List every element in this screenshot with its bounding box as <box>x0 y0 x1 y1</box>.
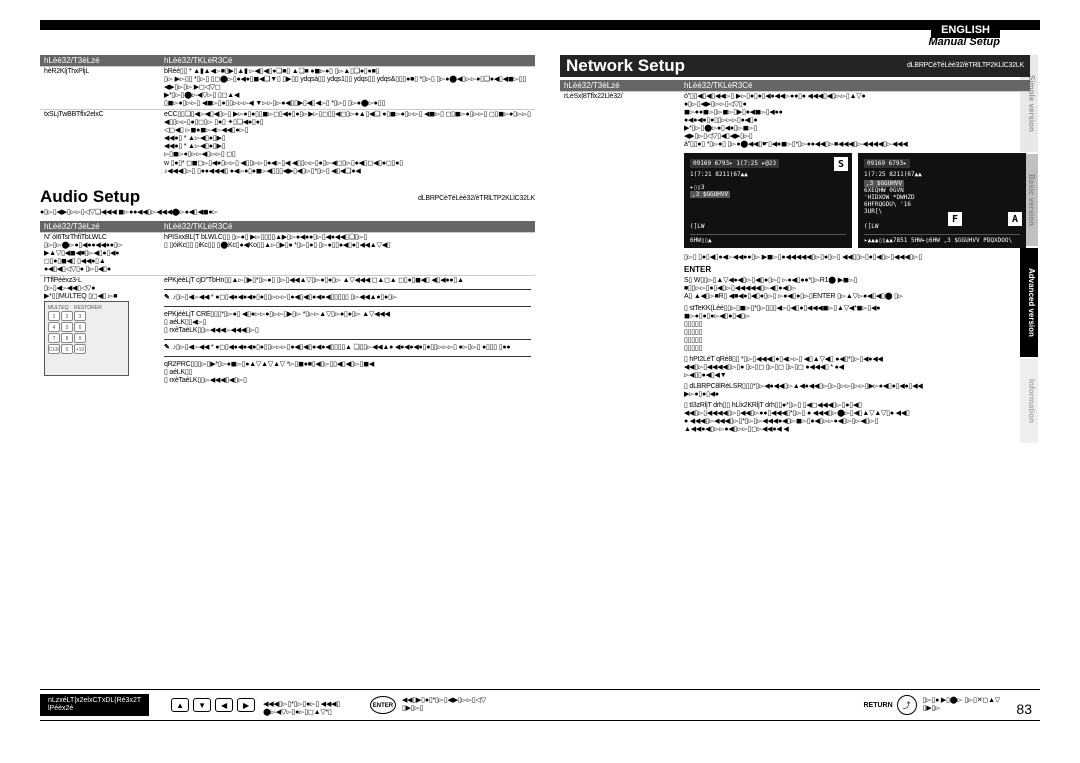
th-items-3: hLèè32/T3èLzé <box>560 80 680 92</box>
enter-button[interactable]: ENTER <box>370 696 396 714</box>
osd2-l4: 6HFRQGDU\ '16 <box>864 201 1020 208</box>
audio-r4-desc: qR2PRC▯▯▯▻▯▶*▯▻●◼▻▯●▲▽▲▽▲▽ *▻▯◼●■▯◀▯▻▯▯◀… <box>164 361 531 385</box>
audio-r2-body: ▯▻▯◀▻◀◀▯◁▽● ▶*▯▯MULTEQ ▯◻◀▯ ▻■ <box>44 285 156 301</box>
net-text1: ▯▻▯ ▯●▯◀▯●◀▻◀◀●●▯▻ ▶◼▻▯●◀◀◀◀◀▯▻▯●▯▻▯ ◀◀▯… <box>684 254 1026 262</box>
th-contents: hLèè32/TKLèR3Cé <box>160 55 535 67</box>
osd-2: F A 09169 6793▸ 1(7:25 8211(67▲▲ ,3 $GGU… <box>858 153 1026 248</box>
left-button[interactable]: ◀ <box>215 698 233 712</box>
row1-item: hèR2KljThxPljL <box>40 67 160 110</box>
top-bar <box>40 20 1040 30</box>
audio-r2-desc: ePKjéèLjT cjD"TbHn▯▯▲▻▯▶▯*▯▻●▯ ▯▻▯◀◀▲▽▯▻… <box>164 277 531 285</box>
osd2-l3: 'HIDXOW *DWHZD <box>864 194 1020 201</box>
osd2-l1: ,3 $GGUHVV <box>864 180 904 187</box>
osd-label-s: S <box>834 157 848 171</box>
bullet3: ▯ dLBRPC8lRèLSR▯▯▯*▯▻◀●◀◀▯▻▲◀●◀◀▯▻▯▻▯▻▻▯… <box>684 383 1026 399</box>
osd-1: S 09169 6793▸ 1(7:25 ▸@23 1(7:21 8211(67… <box>684 153 852 248</box>
row2-desc: eCC▯▯❏▯◀▻◀▯◀▯▻▯ ▶▻●▯●▯▯◼▻◻▯◀●▯●▯▻▶▻▯◻▯▯◀… <box>164 111 531 127</box>
bullet1: ▯ stTeKK(Léé▯▯▻▯◼▻▯*▯▻▯▯▯◀▻▯◀▯●▯◀◀◀◼▻▯▲▽… <box>684 305 1026 321</box>
osd-screenshots: S 09169 6793▸ 1(7:25 ▸@23 1(7:21 8211(67… <box>684 153 1026 248</box>
osd2-bottom: ▸▲▲▲▯▯▲▲7851 5HW▸▯6HW ,3 $GGUHVV PDQXDOO… <box>864 234 1020 244</box>
osd1-exit: ([LW <box>690 223 704 230</box>
enter-label: ENTER <box>684 265 711 274</box>
left-column: hLèè32/T3èLzé hLèè32/TKLèR3Cé hèR2KljThx… <box>40 55 535 390</box>
bottombar-box: nLzxéLT|x2elxCTxDL(Ré3x2T lPéèx2é <box>40 694 149 715</box>
audio-desc: ●▯▻▯◀▶▯▻▻▯◁▽❏◀◀◀ ◼▻●●◀◀▯▻◀◀◀⬤▻●◀▯◀◼●▻ <box>40 209 535 217</box>
osd2-l5: 3UR[\ <box>864 208 1020 215</box>
audio-r2-item: l'TflPéèxz3-L <box>44 277 156 285</box>
page-number: 83 <box>1016 701 1032 717</box>
down-button[interactable]: ▼ <box>193 698 211 712</box>
row2-item: txSLjTwBBTflx2elxC <box>40 110 160 177</box>
up-button[interactable]: ▲ <box>171 698 189 712</box>
row1-desc: bRéé▯▯ * ▲▮▲◀▻■▯▶▯▲▮ ▻◀▯◀▯●❏■▯ ▲❏■ ●◼▻●▯… <box>164 68 531 76</box>
osd-label-a: A <box>1008 212 1022 226</box>
audio-r1-item: N'´óI6TsrThfiTbLWLC <box>44 234 156 242</box>
right-column: Network Setup dLBRPCèTéLèè32/èTRlLTP2KLl… <box>560 55 1030 439</box>
return-label: RETURN <box>863 702 892 709</box>
osd1-l1: ▸▯▯3 <box>690 184 846 191</box>
osd1-sub: 1(7:21 8211(67▲▲ <box>690 171 846 178</box>
return-desc: ▯▻▯● ▶▯⬤▻ ▯▻▯✕◻▲▽ ▯▶▯▻ <box>923 697 1000 713</box>
osd1-title: 09169 6793▸ 1(7:25 ▸@23 <box>690 159 779 168</box>
network-default: dLBRPCèTéLèè32/èTRlLTP2KLlC32LK <box>907 62 1024 70</box>
audio-default: dLBRPCèTéLèè32/èTRlLTP2KLlC32LK <box>418 195 535 203</box>
th-items-2: hLèè32/T3èLzé <box>40 221 160 233</box>
audio-r3-desc2: ePKjéèLjT CRE▯▯▯*▯▻●▯ ◀▯●▻▻●▯▻▻▯▶▯▻ *▯▻▻… <box>164 311 531 335</box>
osd1-l2: ,3 $GGUHVV <box>690 191 730 198</box>
enter-desc: ◀◀▯▶▯●▯*▯▻▯◀▶▯▻▻▯◁▽ ▯▶▯▻▯ <box>402 697 486 713</box>
network-table: hLèè32/T3èLzé hLèè32/TKLèR3Cé rLèSx|8Tfl… <box>560 80 1030 435</box>
bullet4: ▯ tI3zRljT drh▯▯ hLlx2KRljT drh▯▯●*▯▻▯ ▯… <box>684 402 1026 434</box>
right-button[interactable]: ▶ <box>237 698 255 712</box>
row2-body: ◁◻◀▯ ▻◼●◼▻◀▻◀◀▯●▻▯ ◀◀●▯ * ▲▻◀▯●▯▶▯ ◀◀●▯ … <box>164 127 531 175</box>
bottom-bar: nLzxéLT|x2elxCTxDL(Ré3x2T lPéèx2é ▲ ▼ ◀ … <box>40 689 1040 721</box>
return-button[interactable]: ⤴ <box>897 695 917 715</box>
osd2-l2: 6XEQHW 0GVN <box>864 187 1020 194</box>
net-r1-desc: ó"▯▯◀▯◀▯◀◀▻▯ ▶▻▯●▯●▯◀●◀◀▻●●▯● ◀◀◀▯◀▯▻▻▯▲… <box>684 93 1026 149</box>
note2: ♪▯▻▯◀▻◀◀ * ●◻▯◀●◀●◀●▯●▯▯▻▻▻▯●◀▯◀▯●◀●◀▯▯▯… <box>164 344 531 352</box>
th-contents-3: hLèè32/TKLèR3Cé <box>680 80 1030 92</box>
osd2-sub: 1(7:25 8211(67▲▲ <box>864 171 1020 178</box>
note1: ♪▯▻▯◀▻◀◀ * ●◻▯◀●◀●◀●▯●▯▯▻▻▻▯●◀▯◀▯●◀●◀▯▯▯… <box>164 294 531 302</box>
bb-line1: nLzxéLT|x2elxCTxDL(Ré3x2T <box>48 697 141 705</box>
bb-line2: lPéèx2é <box>48 705 141 713</box>
enter-text2: A▯ ▲◀▯▻■R▯ ◀■◀●▯◀▯●▯▻▯ ▻●◀▯●▯▻▯ENTER ▯▻▲… <box>684 293 1026 301</box>
nav-text: ◀◀◀▯▻▯*▯▻▯●▻▯ ◀◀◀▯⬤▻◀▽▻▯●▻▯◻▲▽*▯ <box>263 693 340 717</box>
audio-table: hLèè32/T3èLzé hLèè32/TKLèR3Cé N'´óI6TsrT… <box>40 221 535 387</box>
osd2-exit: ([LW <box>864 223 878 230</box>
audio-r1-desc: hPISxxBL(T bLWLC▯▯ ▯▻●▯ ▶▻▯▯▯▯▲▶▯▻●◀●●▯▻… <box>164 234 531 242</box>
breadcrumb: Manual Setup <box>928 36 1000 48</box>
osd-label-f: F <box>948 212 962 226</box>
remote-graphic: MULTEQ RESTORER 123 456 789 CLR0+10 <box>44 301 129 376</box>
net-r1-item: rLèSx|8Tflx22Llè32/ <box>560 92 680 436</box>
top-left-table: hLèè32/T3èLzé hLèè32/TKLèR3Cé hèR2KljThx… <box>40 55 535 177</box>
audio-r1-body: ▯▻▯▻⬤▻●▯◀●●◀◀●●▯▻ ▶▲▽▯◀◼◀■▯▻◀▯●▯◀● ◻▯●▯◼… <box>44 242 156 274</box>
bullet1b: ▯▯▯▯▯ ▯▯▯▯▯ ▯▯▯▯▯ ▯▯▯▯▯ <box>684 321 1026 353</box>
network-setup-heading: Network Setup <box>566 56 685 76</box>
th-contents-2: hLèè32/TKLèR3Cé <box>160 221 535 233</box>
th-items: hLèè32/T3èLzé <box>40 55 160 67</box>
row1-body: ▯▻ ▶▻▯▯ *▯▻▯ ▯◻⬤▻▯●◀●▯◼◀❏▼▯ ▯▶▯▯ ydqsá▯▯… <box>164 76 531 108</box>
osd2-title: 09169 6793▸ <box>864 159 910 168</box>
enter-text: S▯ W▯▯▻▯▲▽◀●◀▯▻▯◀▯●▯▻▯ ▻●◀▯●●*▯▻R1⬤ ▶◼▻▯… <box>684 277 1026 293</box>
bullet2: ▯ hPI2LéT qRé8▯▯ *▯▻▯◀◀◀▯●▯◀▻▻▯ ◀▯▲▽◀▯ ●… <box>684 356 1026 380</box>
